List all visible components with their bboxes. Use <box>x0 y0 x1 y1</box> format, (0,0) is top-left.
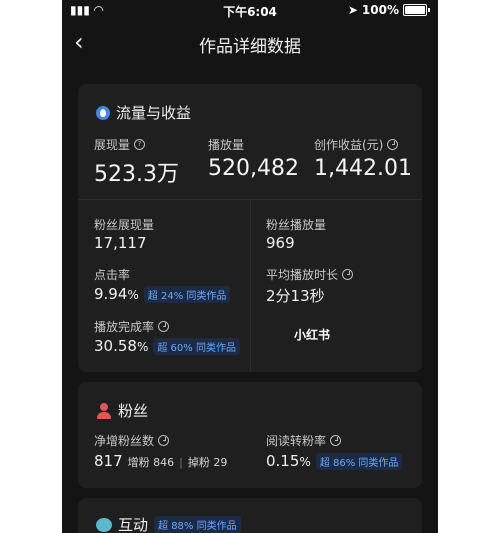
conversion-label: 阅读转粉率 <box>266 432 342 449</box>
loss-text: 掉粉 29 <box>187 456 228 469</box>
interaction-card-title: 互动 超 88% 同类作品 <box>96 514 241 533</box>
conversion-badge: 超 86% 同类作品 <box>315 453 403 470</box>
ctr-value: 9.94% 超 24% 同类作品 <box>94 285 231 303</box>
status-right: ➤ 100% <box>348 3 430 17</box>
battery-percent: 100% <box>361 3 399 17</box>
avg-time-value: 2分13秒 <box>266 287 325 305</box>
chat-bubble-icon <box>96 517 112 532</box>
completion-badge: 超 60% 同类作品 <box>153 338 240 355</box>
traffic-card-title: 流量与收益 <box>96 102 191 123</box>
impressions-value: 523.3万 <box>94 162 179 187</box>
help-icon[interactable]: ? <box>134 139 146 150</box>
completion-value: 30.58% 超 60% 同类作品 <box>94 337 240 355</box>
user-icon <box>96 402 112 419</box>
fan-impressions-label: 粉丝展现量 <box>94 218 155 232</box>
ctr-label: 点击率 <box>94 268 131 282</box>
earnings-label: 创作收益(元) <box>314 136 399 153</box>
plays-label: 播放量 <box>208 138 245 152</box>
clock-icon[interactable] <box>342 269 354 280</box>
phone-screen: ▮▮▮ ◠ 下午6:04 ➤ 100% ‹ 作品详细数据 流量与收益 展现量 ?… <box>62 0 438 533</box>
clock-icon[interactable] <box>330 435 342 446</box>
completion-label: 播放完成率 <box>94 318 170 335</box>
fan-plays-value: 969 <box>266 234 295 252</box>
plays-value: 520,482 <box>208 156 299 181</box>
fans-card-title: 粉丝 <box>96 400 148 421</box>
battery-icon <box>403 4 427 16</box>
net-fans-label: 净增粉丝数 <box>94 432 170 449</box>
status-bar: ▮▮▮ ◠ 下午6:04 ➤ 100% <box>62 0 438 20</box>
location-icon: ➤ <box>347 3 358 17</box>
fans-card: 粉丝 净增粉丝数 817 增粉 846 | 掉粉 29 阅读转粉率 0.15% … <box>78 382 422 488</box>
fan-plays-label: 粉丝播放量 <box>266 218 327 232</box>
clock-icon[interactable] <box>158 435 170 446</box>
page-header: ‹ 作品详细数据 <box>62 26 438 58</box>
interaction-badge: 超 88% 同类作品 <box>154 516 241 533</box>
impressions-label: 展现量 ? <box>94 136 146 153</box>
traffic-card: 流量与收益 展现量 ? 523.3万 播放量 520,482 创作收益(元) 1… <box>78 84 422 372</box>
ctr-badge: 超 24% 同类作品 <box>143 286 231 303</box>
clock-icon[interactable] <box>387 139 399 150</box>
xiaohongshu-watermark: 小红书 <box>294 328 331 342</box>
page-title: 作品详细数据 <box>199 37 301 57</box>
clock-icon[interactable] <box>158 321 170 332</box>
earnings-value: 1,442.01 <box>314 156 412 181</box>
net-fans-value: 817 增粉 846 | 掉粉 29 <box>94 452 228 470</box>
interaction-card: 互动 超 88% 同类作品 <box>78 498 422 533</box>
avg-time-label: 平均播放时长 <box>266 266 354 283</box>
conversion-value: 0.15% 超 86% 同类作品 <box>266 452 403 470</box>
fan-impressions-value: 17,117 <box>94 234 147 252</box>
gain-text: 增粉 846 <box>127 456 175 469</box>
divider-vertical <box>250 199 251 372</box>
droplet-icon <box>96 105 110 120</box>
